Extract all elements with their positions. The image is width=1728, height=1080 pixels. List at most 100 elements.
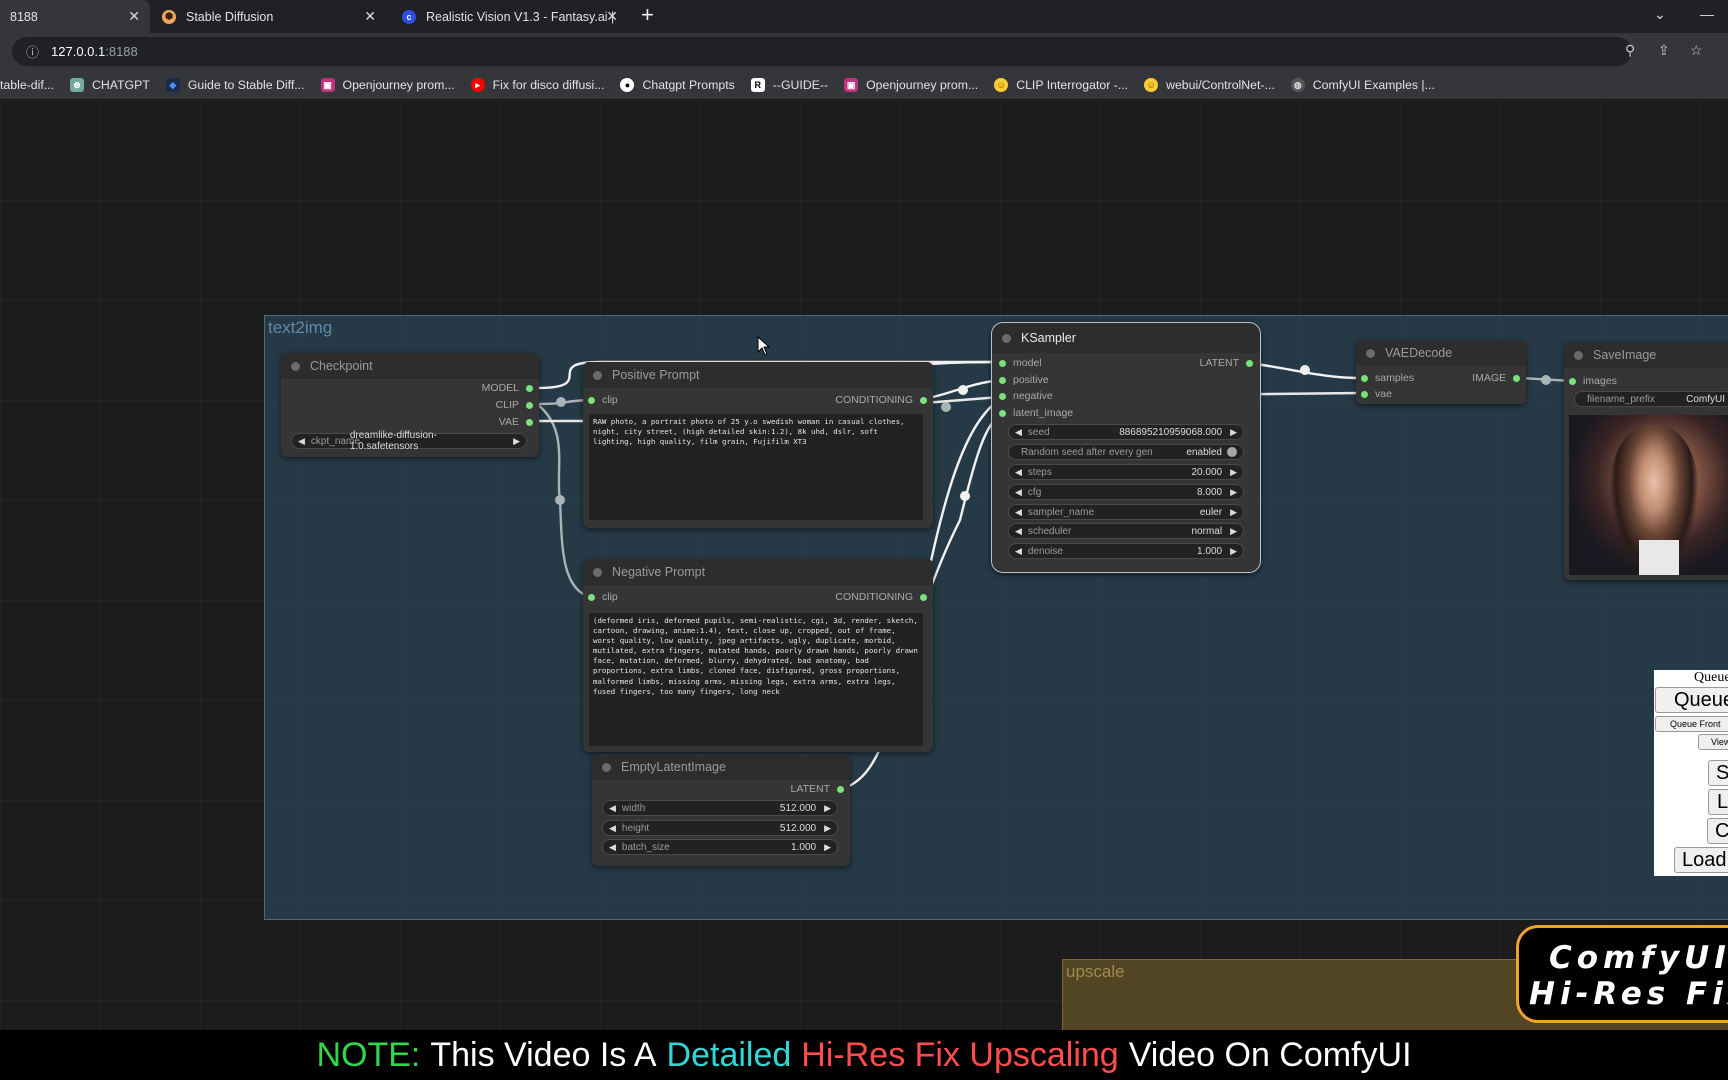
prompt-textarea[interactable]: (deformed iris, deformed pupils, semi-re…: [589, 613, 923, 746]
collapse-dot-icon[interactable]: [602, 762, 611, 772]
widget-scheduler[interactable]: ◀ scheduler normal ▶: [1008, 523, 1244, 539]
view-queue-button[interactable]: View: [1698, 734, 1728, 750]
group-title[interactable]: text2img: [268, 318, 332, 338]
minimize-icon[interactable]: —: [1700, 6, 1714, 22]
queue-front-button[interactable]: Queue Front: [1655, 716, 1728, 732]
widget-cfg[interactable]: ◀ cfg 8.000 ▶: [1008, 484, 1244, 500]
load-default-button[interactable]: Load: [1674, 847, 1728, 873]
collapse-dot-icon[interactable]: [1366, 348, 1375, 358]
pin-icon[interactable]: [920, 593, 927, 601]
tab-search-icon[interactable]: ⌄: [1654, 6, 1666, 23]
pin-icon[interactable]: [1513, 374, 1520, 382]
zoom-icon[interactable]: ⚲: [1625, 42, 1635, 59]
increment-arrow-icon[interactable]: ▶: [824, 803, 831, 814]
tab-realistic-vision[interactable]: c Realistic Vision V1.3 - Fantasy.ai | ✕: [392, 0, 628, 33]
input-vae[interactable]: vae: [1361, 388, 1392, 400]
share-icon[interactable]: ⇪: [1658, 42, 1670, 59]
increment-arrow-icon[interactable]: ▶: [513, 436, 520, 447]
bookmark-item[interactable]: ☺ CLIP Interrogator -...: [994, 78, 1128, 92]
increment-arrow-icon[interactable]: ▶: [824, 823, 831, 834]
node-vae-decode[interactable]: VAEDecode samples vae IMAGE: [1356, 340, 1526, 404]
input-latent-image[interactable]: latent_image: [999, 407, 1073, 419]
close-tab-icon[interactable]: ✕: [606, 8, 618, 25]
output-latent[interactable]: LATENT: [791, 783, 844, 795]
decrement-arrow-icon[interactable]: ◀: [1015, 467, 1022, 478]
pin-icon[interactable]: [999, 359, 1006, 367]
node-title[interactable]: KSampler: [992, 323, 1260, 353]
node-title[interactable]: VAEDecode: [1356, 340, 1526, 366]
bookmark-item[interactable]: table-dif...: [0, 78, 54, 92]
url-input[interactable]: ⓘ 127.0.0.1 :8188: [12, 37, 1632, 66]
load-button[interactable]: L: [1708, 789, 1728, 815]
input-clip[interactable]: clip: [588, 394, 618, 406]
decrement-arrow-icon[interactable]: ◀: [609, 842, 616, 853]
increment-arrow-icon[interactable]: ▶: [1230, 427, 1237, 438]
queue-prompt-button[interactable]: Queue: [1655, 687, 1728, 713]
input-samples[interactable]: samples: [1361, 372, 1414, 384]
tab-comfyui[interactable]: 8188 ✕: [0, 0, 150, 33]
pin-icon[interactable]: [588, 593, 595, 601]
input-positive[interactable]: positive: [999, 374, 1049, 386]
input-clip[interactable]: clip: [588, 591, 618, 603]
close-tab-icon[interactable]: ✕: [364, 8, 376, 25]
input-model[interactable]: model: [999, 357, 1042, 369]
widget-seed[interactable]: ◀ seed 886895210959068.000 ▶: [1008, 424, 1244, 440]
node-title[interactable]: Checkpoint: [281, 353, 539, 379]
pin-icon[interactable]: [1361, 374, 1368, 382]
decrement-arrow-icon[interactable]: ◀: [1015, 487, 1022, 498]
clear-button[interactable]: C: [1707, 818, 1728, 844]
pin-icon[interactable]: [588, 396, 595, 404]
output-conditioning[interactable]: CONDITIONING: [835, 394, 927, 406]
bookmark-item[interactable]: ● Chatgpt Prompts: [620, 78, 735, 92]
new-tab-button[interactable]: +: [641, 2, 654, 28]
increment-arrow-icon[interactable]: ▶: [1230, 507, 1237, 518]
pin-icon[interactable]: [999, 376, 1006, 384]
output-conditioning[interactable]: CONDITIONING: [835, 591, 927, 603]
pin-icon[interactable]: [920, 396, 927, 404]
collapse-dot-icon[interactable]: [291, 361, 300, 371]
input-negative[interactable]: negative: [999, 390, 1053, 402]
bookmark-item[interactable]: ▣ Openjourney prom...: [320, 78, 455, 92]
collapse-dot-icon[interactable]: [593, 370, 602, 380]
group-title[interactable]: upscale: [1066, 962, 1125, 982]
widget-ckpt-name[interactable]: ◀ ckpt_name dreamlike-diffusion-1.0.safe…: [291, 430, 527, 452]
widget-random-seed-toggle[interactable]: Random seed after every gen enabled: [1008, 444, 1244, 460]
pin-icon[interactable]: [999, 409, 1006, 417]
pin-icon[interactable]: [526, 384, 533, 392]
node-title[interactable]: Positive Prompt: [583, 362, 933, 388]
toggle-knob-icon[interactable]: [1227, 447, 1237, 457]
bookmark-star-icon[interactable]: ☆: [1690, 42, 1703, 59]
widget-denoise[interactable]: ◀ denoise 1.000 ▶: [1008, 543, 1244, 559]
output-vae[interactable]: VAE: [499, 416, 533, 428]
collapse-dot-icon[interactable]: [1002, 333, 1011, 343]
increment-arrow-icon[interactable]: ▶: [1230, 467, 1237, 478]
increment-arrow-icon[interactable]: ▶: [824, 842, 831, 853]
bookmark-item[interactable]: ☺ webui/ControlNet-...: [1144, 78, 1275, 92]
collapse-dot-icon[interactable]: [593, 567, 602, 577]
widget-height[interactable]: ◀ height 512.000 ▶: [602, 820, 838, 836]
output-image[interactable]: IMAGE: [1472, 372, 1520, 384]
pin-icon[interactable]: [1569, 377, 1576, 385]
widget-batch-size[interactable]: ◀ batch_size 1.000 ▶: [602, 839, 838, 855]
node-ksampler[interactable]: KSampler model positive negative latent_…: [991, 322, 1261, 573]
widget-width[interactable]: ◀ width 512.000 ▶: [602, 800, 838, 816]
decrement-arrow-icon[interactable]: ◀: [1015, 526, 1022, 537]
bookmark-item[interactable]: ⊛ CHATGPT: [70, 78, 150, 92]
node-title[interactable]: EmptyLatentImage: [592, 754, 850, 780]
pin-icon[interactable]: [1246, 359, 1253, 367]
node-title[interactable]: SaveImage: [1564, 342, 1728, 368]
tab-stable-diffusion[interactable]: ⬢ Stable Diffusion ✕: [152, 0, 386, 33]
widget-sampler-name[interactable]: ◀ sampler_name euler ▶: [1008, 504, 1244, 520]
node-graph-canvas[interactable]: text2img upscale Checkpoint MODEL CLIP V…: [0, 100, 1728, 1030]
node-negative-prompt[interactable]: Negative Prompt clip CONDITIONING (defor…: [583, 559, 933, 752]
output-model[interactable]: MODEL: [482, 382, 533, 394]
widget-steps[interactable]: ◀ steps 20.000 ▶: [1008, 464, 1244, 480]
node-positive-prompt[interactable]: Positive Prompt clip CONDITIONING RAW ph…: [583, 362, 933, 528]
pin-icon[interactable]: [999, 392, 1006, 400]
site-info-icon[interactable]: ⓘ: [26, 42, 39, 61]
node-empty-latent-image[interactable]: EmptyLatentImage LATENT ◀ width 512.000 ▶ ◀…: [592, 754, 850, 866]
generated-image-preview[interactable]: [1569, 415, 1728, 575]
pin-icon[interactable]: [526, 418, 533, 426]
increment-arrow-icon[interactable]: ▶: [1230, 546, 1237, 557]
collapse-dot-icon[interactable]: [1574, 350, 1583, 360]
